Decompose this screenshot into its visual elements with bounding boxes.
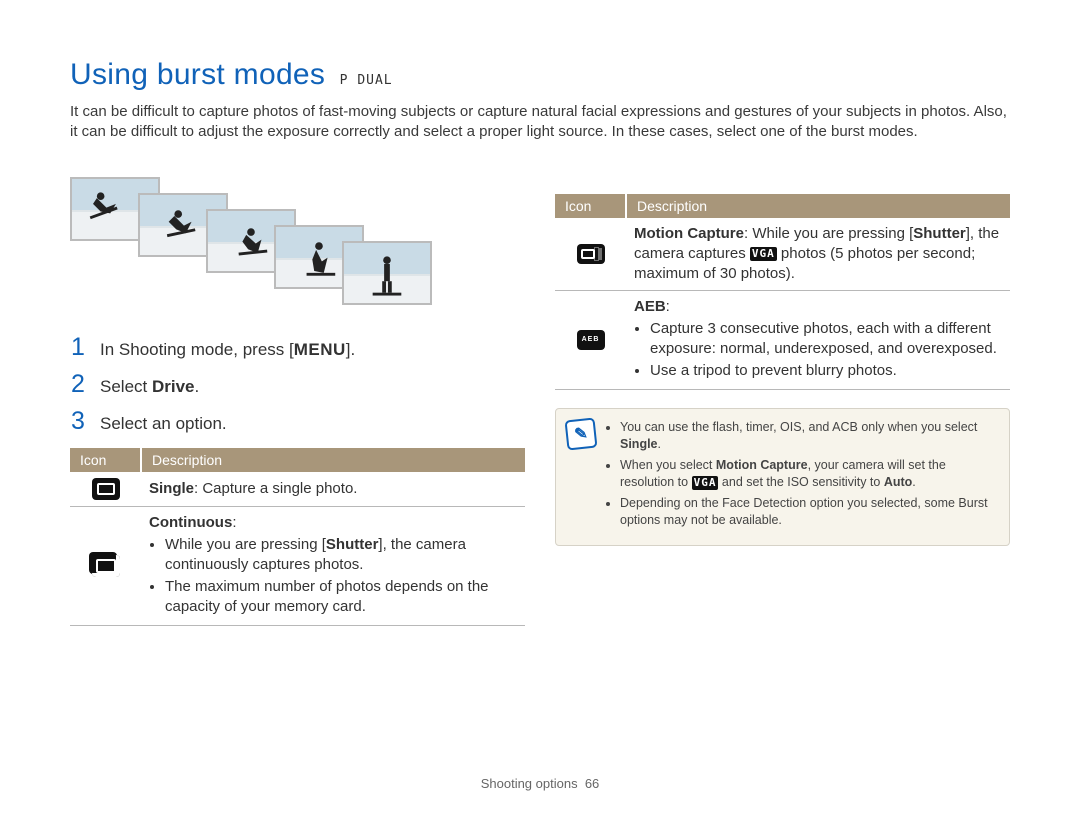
note-item-1: You can use the flash, timer, OIS, and A… (620, 419, 997, 453)
note-item-3: Depending on the Face Detection option y… (620, 495, 997, 529)
single-desc: Single: Capture a single photo. (141, 472, 525, 507)
step-number-1: 1 (70, 335, 86, 362)
th-desc: Description (141, 448, 525, 472)
th-icon-r: Icon (555, 194, 626, 218)
step-1-text: In Shooting mode, press [MENU]. (100, 335, 525, 362)
step-number-2: 2 (70, 372, 86, 399)
aeb-icon (577, 330, 605, 350)
note-box: ✎ You can use the flash, timer, OIS, and… (555, 408, 1010, 546)
steps-list: 1 In Shooting mode, press [MENU]. 2 Sele… (70, 335, 525, 436)
page-title: Using burst modes (70, 58, 325, 92)
step-3-text: Select an option. (100, 409, 525, 436)
continuous-icon (92, 555, 120, 577)
motion-capture-icon (577, 244, 605, 264)
note-icon: ✎ (565, 418, 598, 451)
options-table-right: Icon Description Motion Capture: While y… (555, 194, 1010, 390)
thumb-5 (342, 241, 432, 305)
th-icon: Icon (70, 448, 141, 472)
page-footer: Shooting options 66 (0, 776, 1080, 791)
options-table-left: Icon Description Single: Capture a singl… (70, 448, 525, 626)
step-number-3: 3 (70, 409, 86, 436)
aeb-desc: AEB: Capture 3 consecutive photos, each … (626, 291, 1010, 390)
mode-indicator: P DUAL (340, 73, 393, 88)
continuous-desc: Continuous: While you are pressing [Shut… (141, 507, 525, 626)
vga-badge: VGA (750, 247, 777, 261)
th-desc-r: Description (626, 194, 1010, 218)
note-item-2: When you select Motion Capture, your cam… (620, 457, 997, 491)
intro-paragraph: It can be difficult to capture photos of… (70, 102, 1010, 142)
motion-desc: Motion Capture: While you are pressing [… (626, 218, 1010, 291)
burst-thumbnails (70, 177, 525, 307)
single-icon (92, 478, 120, 500)
step-2-text: Select Drive. (100, 372, 525, 399)
vga-badge-2: VGA (692, 476, 719, 490)
